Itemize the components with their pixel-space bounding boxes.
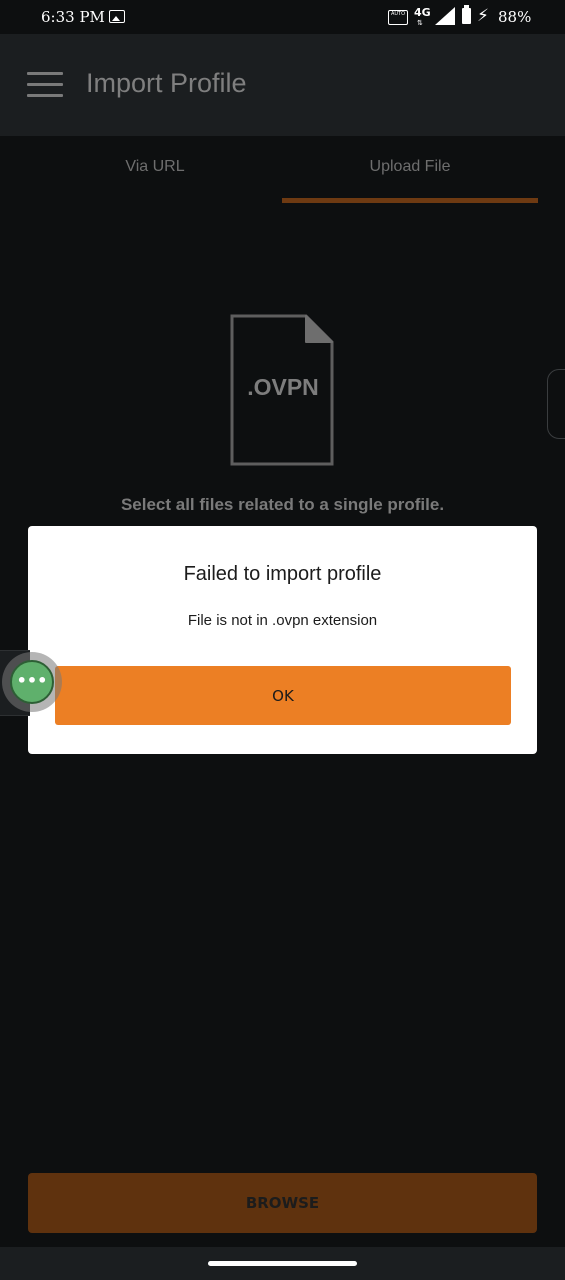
network-type: 4G [414, 6, 431, 19]
tab-bar: Via URL Upload File [0, 136, 565, 206]
tab-via-url[interactable]: Via URL [28, 158, 282, 176]
app-bar: Import Profile [0, 34, 565, 136]
file-type-label: .OVPN [247, 374, 319, 400]
status-bar: 6:33 PM AUTO 4G ⇅ ⚡ 88% [0, 0, 565, 34]
home-gesture-pill[interactable] [208, 1261, 357, 1266]
ovpn-file-icon: .OVPN [230, 314, 334, 466]
page-title: Import Profile [86, 68, 247, 98]
charging-bolt-icon: ⚡ [477, 6, 489, 26]
dialog-message: File is not in .ovpn extension [187, 612, 378, 629]
browse-button[interactable]: BROWSE [28, 1173, 537, 1233]
signal-strength-icon [435, 7, 455, 25]
upload-instructions: Select all files related to a single pro… [120, 495, 445, 514]
selected-tab-indicator [282, 198, 538, 203]
battery-icon [462, 5, 471, 24]
ok-button[interactable]: OK [55, 666, 511, 725]
status-time: 6:33 PM [41, 8, 105, 26]
tab-upload-file[interactable]: Upload File [282, 158, 538, 176]
dialog-title: Failed to import profile [183, 563, 382, 585]
floating-chat-bubble-icon[interactable]: ••• [10, 660, 54, 704]
error-dialog: Failed to import profile File is not in … [28, 526, 537, 754]
data-activity-icon: ⇅ [417, 19, 423, 27]
navigation-bar [0, 1247, 565, 1280]
gallery-notification-icon [109, 10, 125, 23]
battery-percent: 88% [498, 8, 532, 26]
hamburger-menu-icon[interactable] [27, 72, 63, 98]
auto-brightness-icon: AUTO [388, 10, 408, 25]
edge-panel-handle[interactable] [547, 369, 565, 439]
